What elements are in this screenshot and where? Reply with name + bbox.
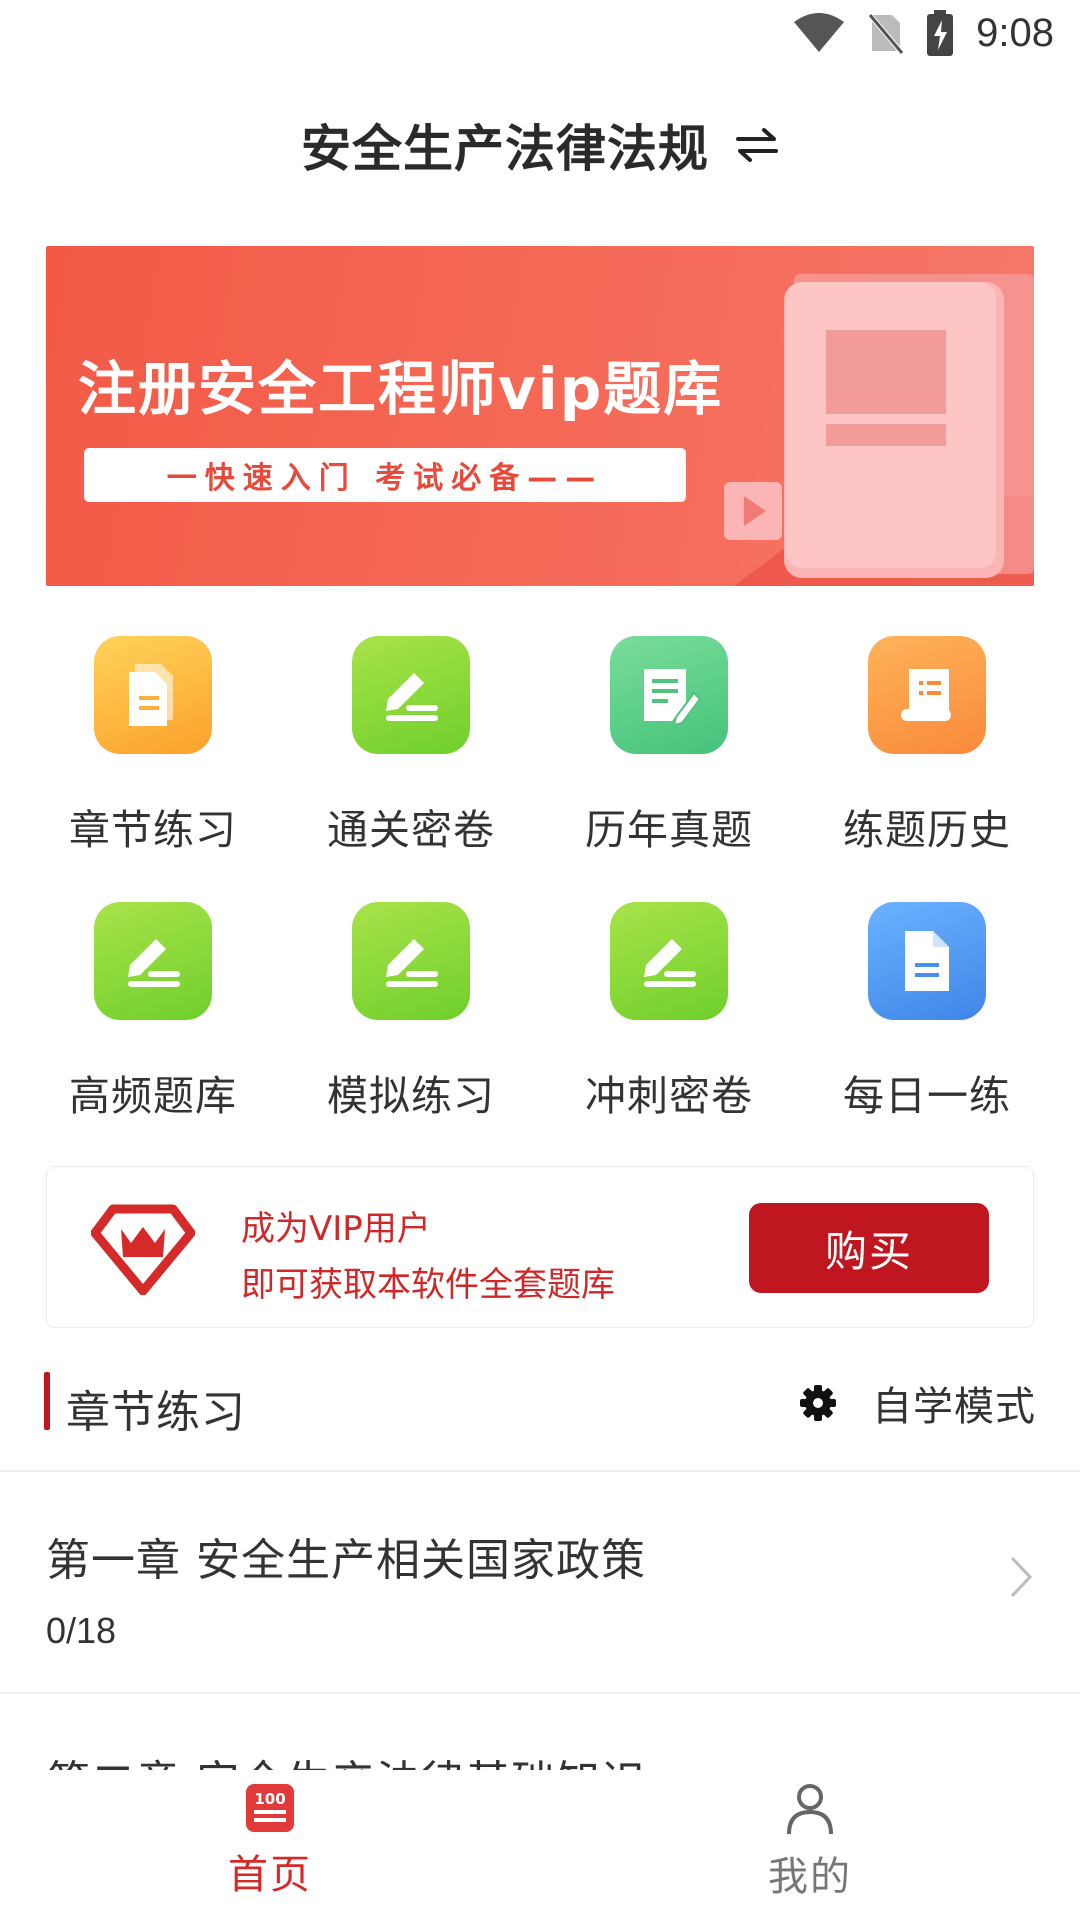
grid-label: 章节练习 [69,806,237,854]
grid-item-pass-paper[interactable]: 通关密卷 [282,636,540,902]
self-study-mode-toggle[interactable]: 自学模式 [800,1374,1036,1432]
nav-item-mine[interactable]: 我的 [540,1770,1080,1920]
document-icon [94,636,212,754]
vip-description: 即可获取本软件全套题库 [241,1265,615,1305]
banner-subtitle: 一快速入门 考试必备—— [84,448,686,502]
nav-label: 我的 [768,1854,852,1900]
pen-write-icon [94,902,212,1020]
status-time: 9:08 [976,10,1054,55]
vip-crown-diamond-icon [91,1204,195,1295]
grid-item-daily-practice[interactable]: 每日一练 [798,902,1056,1168]
section-accent-bar [44,1372,50,1430]
person-icon [787,1784,833,1835]
wifi-icon [794,13,845,52]
nav-label: 首页 [228,1852,312,1898]
nav-item-home[interactable]: 100 首页 [0,1770,540,1920]
grid-label: 冲刺密卷 [585,1072,753,1120]
chapter-progress: 0/18 [46,1610,117,1651]
pen-write-icon [352,636,470,754]
notepad-pen-icon [610,636,728,754]
status-icons: 9:08 [792,10,1054,56]
no-sim-icon [868,13,905,55]
header: 安全生产法律法规 [0,100,1080,190]
grid-item-mock-practice[interactable]: 模拟练习 [282,902,540,1168]
grid-item-past-exams[interactable]: 历年真题 [540,636,798,902]
chapter-title: 第一章 安全生产相关国家政策 [46,1535,646,1586]
grid-label: 每日一练 [843,1072,1011,1120]
mode-label: 自学模式 [872,1384,1036,1430]
pen-write-icon [352,902,470,1020]
grid-label: 高频题库 [69,1072,237,1120]
buy-button[interactable]: 购买 [749,1203,989,1293]
swap-arrows-icon[interactable] [735,123,779,167]
gear-icon [800,1385,836,1421]
vip-title: 成为VIP用户 [241,1209,431,1249]
grid-label: 历年真题 [585,806,753,854]
pen-write-icon [610,902,728,1020]
grid-item-chapter-practice[interactable]: 章节练习 [24,636,282,902]
scroll-list-icon [868,636,986,754]
status-bar: 9:08 [0,0,1080,72]
page-title: 安全生产法律法规 [301,120,709,178]
chevron-right-icon [1010,1556,1033,1598]
grid-label: 练题历史 [843,806,1011,854]
score-100-icon: 100 [246,1784,294,1832]
section-title: 章节练习 [66,1387,246,1438]
grid-item-high-frequency[interactable]: 高频题库 [24,902,282,1168]
vip-promo-card: 成为VIP用户 即可获取本软件全套题库 购买 [46,1166,1034,1328]
feature-grid: 章节练习 通关密卷 历年真题 练题历史 高频题库 模拟练习 冲刺密卷 每日一练 [24,636,1056,1156]
grid-item-sprint-paper[interactable]: 冲刺密卷 [540,902,798,1168]
grid-label: 模拟练习 [327,1072,495,1120]
grid-item-history[interactable]: 练题历史 [798,636,1056,902]
grid-label: 通关密卷 [327,806,495,854]
banner-title: 注册安全工程师vip题库 [78,355,724,423]
section-header: 章节练习 自学模式 [44,1370,1036,1438]
promo-banner[interactable]: 注册安全工程师vip题库 一快速入门 考试必备—— [46,246,1034,586]
svg-text:100: 100 [254,1790,285,1808]
book-illustration [724,274,1034,586]
battery-charging-icon [927,10,954,56]
file-icon [868,902,986,1020]
bottom-navigation: 100 首页 我的 [0,1770,1080,1920]
chapter-list-item[interactable]: 第一章 安全生产相关国家政策 0/18 [0,1472,1080,1692]
